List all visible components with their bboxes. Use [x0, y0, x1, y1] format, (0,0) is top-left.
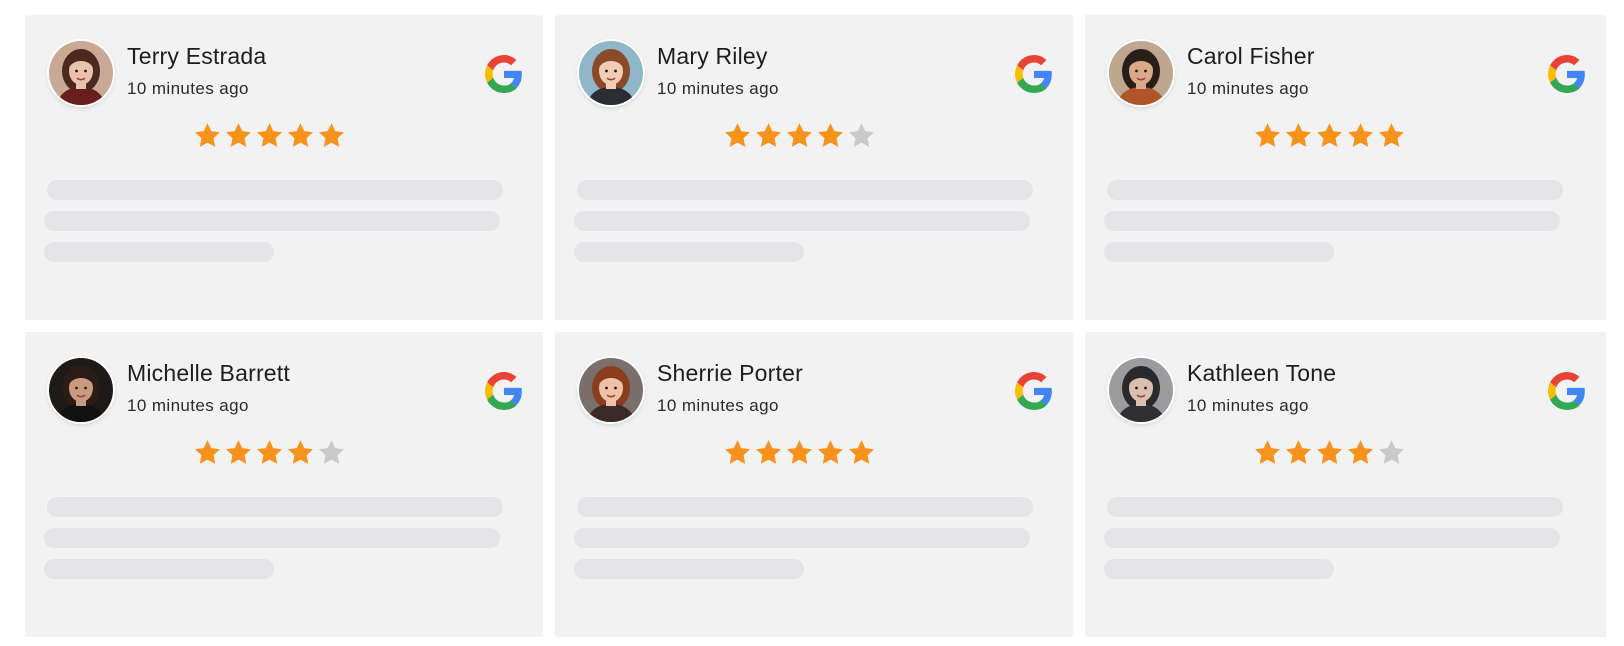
star-empty-icon: [847, 121, 876, 150]
star-filled-icon: [1346, 438, 1375, 467]
review-card[interactable]: Carol Fisher 10 minutes ago: [1085, 15, 1606, 320]
reviewer-name: Mary Riley: [657, 43, 768, 69]
review-card[interactable]: Terry Estrada 10 minutes ago: [25, 15, 543, 320]
star-filled-icon: [255, 121, 284, 150]
text-placeholder-line: [1104, 211, 1560, 231]
google-icon: [485, 372, 523, 410]
text-placeholder-line: [47, 497, 503, 517]
star-filled-icon: [255, 438, 284, 467]
review-card[interactable]: Mary Riley 10 minutes ago: [555, 15, 1073, 320]
review-card[interactable]: Sherrie Porter 10 minutes ago: [555, 332, 1073, 637]
google-icon: [1548, 372, 1586, 410]
text-placeholder-line: [44, 528, 500, 548]
google-icon: [485, 55, 523, 93]
star-filled-icon: [785, 438, 814, 467]
review-grid: Terry Estrada 10 minutes ago Mary Riley …: [25, 15, 1606, 637]
star-filled-icon: [816, 438, 845, 467]
text-placeholder-line: [1104, 242, 1334, 262]
star-empty-icon: [1377, 438, 1406, 467]
text-placeholder-line: [44, 211, 500, 231]
text-placeholder-line: [44, 559, 274, 579]
star-filled-icon: [286, 438, 315, 467]
star-rating: [1253, 121, 1406, 150]
google-icon: [1015, 372, 1053, 410]
star-filled-icon: [1253, 438, 1282, 467]
avatar-woman-auburn: [579, 358, 643, 422]
star-filled-icon: [847, 438, 876, 467]
text-placeholder-line: [1107, 180, 1563, 200]
star-filled-icon: [1284, 438, 1313, 467]
avatar-woman-smiling: [1109, 41, 1173, 105]
review-time: 10 minutes ago: [127, 396, 249, 415]
star-filled-icon: [286, 121, 315, 150]
google-icon: [1548, 55, 1586, 93]
star-filled-icon: [1253, 121, 1282, 150]
star-filled-icon: [1315, 121, 1344, 150]
star-rating: [723, 438, 876, 467]
reviewer-name: Sherrie Porter: [657, 360, 803, 386]
review-card[interactable]: Michelle Barrett 10 minutes ago: [25, 332, 543, 637]
star-filled-icon: [754, 121, 783, 150]
text-placeholder-line: [574, 528, 1030, 548]
star-filled-icon: [224, 438, 253, 467]
text-placeholder-line: [1107, 497, 1563, 517]
text-placeholder-line: [577, 497, 1033, 517]
star-filled-icon: [1377, 121, 1406, 150]
text-placeholder-line: [1104, 559, 1334, 579]
text-placeholder-line: [574, 559, 804, 579]
text-placeholder-line: [47, 180, 503, 200]
star-filled-icon: [1346, 121, 1375, 150]
star-filled-icon: [193, 121, 222, 150]
google-icon: [1015, 55, 1053, 93]
text-placeholder-line: [574, 242, 804, 262]
reviewer-name: Michelle Barrett: [127, 360, 290, 386]
text-placeholder-line: [577, 180, 1033, 200]
text-placeholder-line: [44, 242, 274, 262]
star-filled-icon: [1284, 121, 1313, 150]
avatar-woman-dark: [49, 358, 113, 422]
reviewer-name: Terry Estrada: [127, 43, 267, 69]
review-time: 10 minutes ago: [127, 79, 249, 98]
review-time: 10 minutes ago: [657, 396, 779, 415]
review-time: 10 minutes ago: [1187, 396, 1309, 415]
star-filled-icon: [785, 121, 814, 150]
star-filled-icon: [754, 438, 783, 467]
avatar-woman-red-lips: [49, 41, 113, 105]
star-filled-icon: [317, 121, 346, 150]
review-time: 10 minutes ago: [657, 79, 779, 98]
star-rating: [1253, 438, 1406, 467]
text-placeholder-line: [574, 211, 1030, 231]
star-filled-icon: [816, 121, 845, 150]
reviewer-name: Kathleen Tone: [1187, 360, 1337, 386]
avatar-woman-bob-hair: [579, 41, 643, 105]
star-empty-icon: [317, 438, 346, 467]
star-rating: [193, 121, 346, 150]
reviewer-name: Carol Fisher: [1187, 43, 1315, 69]
star-filled-icon: [1315, 438, 1344, 467]
star-rating: [723, 121, 876, 150]
review-card[interactable]: Kathleen Tone 10 minutes ago: [1085, 332, 1606, 637]
avatar-woman-grey: [1109, 358, 1173, 422]
star-filled-icon: [723, 121, 752, 150]
text-placeholder-line: [1104, 528, 1560, 548]
star-filled-icon: [193, 438, 222, 467]
star-filled-icon: [723, 438, 752, 467]
review-time: 10 minutes ago: [1187, 79, 1309, 98]
star-filled-icon: [224, 121, 253, 150]
star-rating: [193, 438, 346, 467]
